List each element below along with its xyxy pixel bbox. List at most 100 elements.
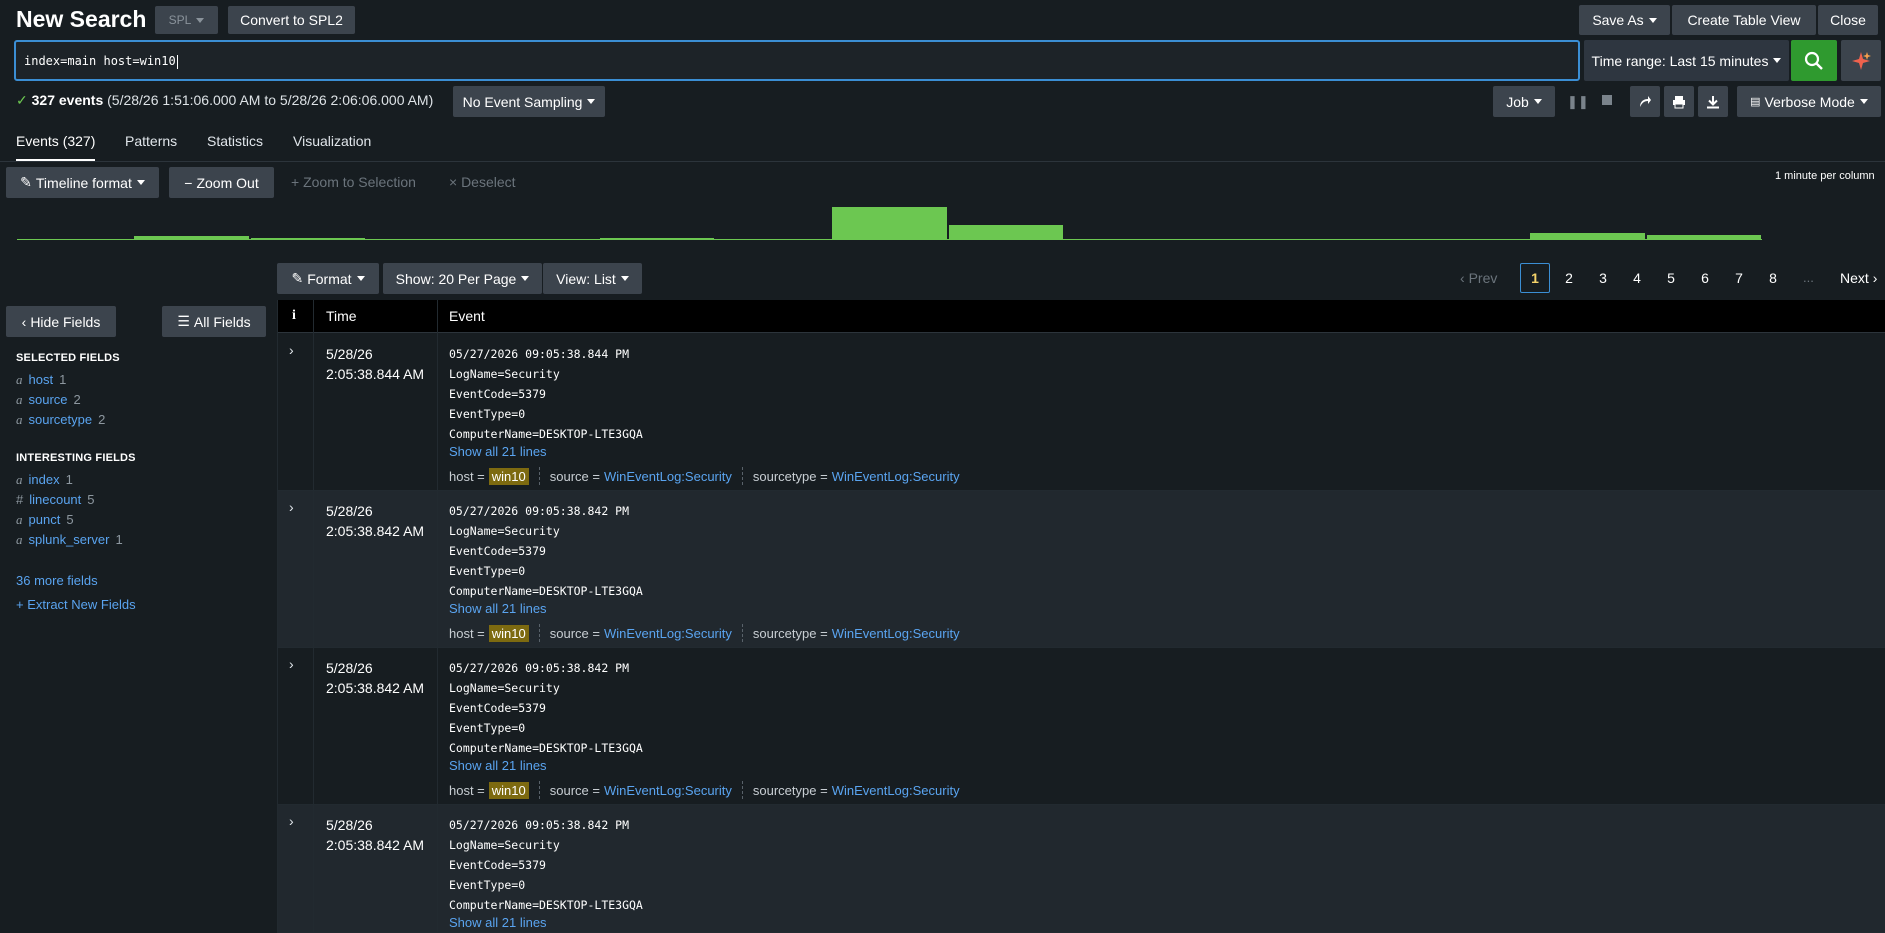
time-range-picker[interactable]: Time range: Last 15 minutes	[1584, 40, 1789, 81]
hide-fields-button[interactable]: ‹ Hide Fields	[6, 306, 116, 337]
source-value[interactable]: WinEventLog:Security	[604, 469, 732, 484]
per-page-dropdown[interactable]: Show: 20 Per Page	[383, 263, 542, 294]
field-splunk-server[interactable]: a splunk_server 1	[16, 532, 123, 548]
create-table-view-button[interactable]: Create Table View	[1672, 5, 1816, 35]
timeline-bar[interactable]	[250, 238, 365, 240]
timeline-bar[interactable]	[1414, 239, 1529, 240]
event-column-header: Event	[449, 308, 485, 324]
spl-dropdown[interactable]: SPL	[155, 6, 218, 34]
pencil-icon: ✎	[291, 270, 304, 286]
event-line: EventType=0	[449, 564, 526, 578]
search-mode-dropdown[interactable]: ▤ Verbose Mode	[1737, 86, 1881, 117]
tab-visualization[interactable]: Visualization	[293, 133, 371, 149]
timeline-bar[interactable]	[1181, 239, 1296, 240]
all-fields-button[interactable]: ☰ All Fields	[162, 306, 266, 337]
source-value[interactable]: WinEventLog:Security	[604, 626, 732, 641]
job-menu-button[interactable]: Job	[1493, 86, 1555, 117]
sourcetype-value[interactable]: WinEventLog:Security	[832, 783, 960, 798]
field-name: linecount	[29, 492, 82, 507]
expand-row-icon[interactable]: ›	[289, 499, 294, 515]
timeline-chart[interactable]	[17, 205, 1762, 240]
view-dropdown[interactable]: View: List	[543, 263, 642, 294]
timeline-bar[interactable]	[134, 236, 249, 240]
page-8[interactable]: 8	[1758, 263, 1788, 293]
search-button[interactable]	[1791, 40, 1837, 81]
export-button[interactable]	[1698, 86, 1728, 117]
host-value[interactable]: win10	[488, 781, 529, 799]
pause-icon[interactable]: ❚❚	[1567, 94, 1589, 110]
event-time: 5/28/26 2:05:38.842 AM	[326, 501, 424, 541]
event-time: 5/28/26 2:05:38.842 AM	[326, 658, 424, 698]
format-dropdown[interactable]: ✎ Format	[277, 263, 379, 294]
page-5[interactable]: 5	[1656, 263, 1686, 293]
sourcetype-key: sourcetype =	[752, 625, 828, 641]
event-line: EventType=0	[449, 878, 526, 892]
expand-row-icon[interactable]: ›	[289, 813, 294, 829]
timeline-bar[interactable]	[367, 239, 482, 240]
event-line: 05/27/2026 09:05:38.844 PM	[449, 347, 630, 361]
field-name: host	[28, 372, 54, 387]
tab-patterns[interactable]: Patterns	[125, 133, 177, 149]
timeline-bar[interactable]	[18, 239, 133, 240]
timeline-bar[interactable]	[483, 239, 598, 240]
show-all-lines-link[interactable]: Show all 21 lines	[449, 601, 547, 616]
timeline-bar[interactable]	[1646, 235, 1761, 240]
page-1[interactable]: 1	[1520, 263, 1550, 293]
show-all-lines-link[interactable]: Show all 21 lines	[449, 444, 547, 459]
deselect-button[interactable]: × Deselect	[449, 174, 516, 190]
event-sampling-dropdown[interactable]: No Event Sampling	[453, 86, 605, 117]
sourcetype-value[interactable]: WinEventLog:Security	[832, 626, 960, 641]
close-button[interactable]: Close	[1818, 5, 1878, 35]
stop-icon[interactable]	[1602, 95, 1612, 105]
host-value[interactable]: win10	[488, 467, 529, 485]
more-fields-link[interactable]: 36 more fields	[16, 573, 98, 588]
page-6[interactable]: 6	[1690, 263, 1720, 293]
field-punct[interactable]: a punct 5	[16, 512, 74, 528]
pagination-ellipsis: ...	[1803, 270, 1814, 285]
timeline-bar[interactable]	[1297, 239, 1412, 240]
extract-new-fields-link[interactable]: + Extract New Fields	[16, 597, 136, 612]
timeline-bar[interactable]	[1065, 239, 1180, 240]
show-all-lines-link[interactable]: Show all 21 lines	[449, 758, 547, 773]
convert-spl2-button[interactable]: Convert to SPL2	[228, 6, 355, 34]
timeline-bar[interactable]	[832, 207, 947, 240]
ai-assistant-button[interactable]	[1841, 40, 1881, 81]
expand-row-icon[interactable]: ›	[289, 342, 294, 358]
sourcetype-value[interactable]: WinEventLog:Security	[832, 469, 960, 484]
field-host[interactable]: a host 1	[16, 372, 66, 388]
save-as-button[interactable]: Save As	[1579, 5, 1670, 35]
zoom-out-button[interactable]: − Zoom Out	[169, 167, 274, 198]
interesting-fields-heading: INTERESTING FIELDS	[16, 452, 136, 464]
time-column-header[interactable]: Time	[326, 308, 357, 324]
timeline-bar[interactable]	[599, 238, 714, 240]
event-count: 327 events	[31, 92, 104, 108]
tab-statistics[interactable]: Statistics	[207, 133, 263, 149]
zoom-to-selection-button[interactable]: + Zoom to Selection	[291, 174, 416, 190]
timeline-bar[interactable]	[716, 239, 831, 240]
tab-events[interactable]: Events (327)	[16, 133, 96, 161]
zoom-out-label: Zoom Out	[196, 174, 259, 191]
event-time: 5/28/26 2:05:38.842 AM	[326, 815, 424, 855]
field-index[interactable]: a index 1	[16, 472, 73, 488]
timeline-bar[interactable]	[948, 225, 1063, 240]
print-button[interactable]	[1664, 86, 1694, 117]
expand-row-icon[interactable]: ›	[289, 656, 294, 672]
column-divider	[313, 300, 314, 933]
page-3[interactable]: 3	[1588, 263, 1618, 293]
page-4[interactable]: 4	[1622, 263, 1652, 293]
host-value[interactable]: win10	[488, 624, 529, 642]
search-icon	[1804, 51, 1823, 70]
show-all-lines-link[interactable]: Show all 21 lines	[449, 915, 547, 930]
timeline-bar[interactable]	[1530, 233, 1645, 240]
share-button[interactable]	[1630, 86, 1660, 117]
source-value[interactable]: WinEventLog:Security	[604, 783, 732, 798]
field-source[interactable]: a source 2	[16, 392, 81, 408]
page-2[interactable]: 2	[1554, 263, 1584, 293]
next-page-button[interactable]: Next ›	[1840, 270, 1877, 286]
page-7[interactable]: 7	[1724, 263, 1754, 293]
timeline-format-dropdown[interactable]: ✎ Timeline format	[6, 167, 159, 198]
prev-page-button[interactable]: ‹ Prev	[1460, 270, 1497, 286]
search-input[interactable]: index=main host=win10	[14, 40, 1580, 81]
field-sourcetype[interactable]: a sourcetype 2	[16, 412, 105, 428]
field-linecount[interactable]: # linecount 5	[16, 492, 95, 507]
